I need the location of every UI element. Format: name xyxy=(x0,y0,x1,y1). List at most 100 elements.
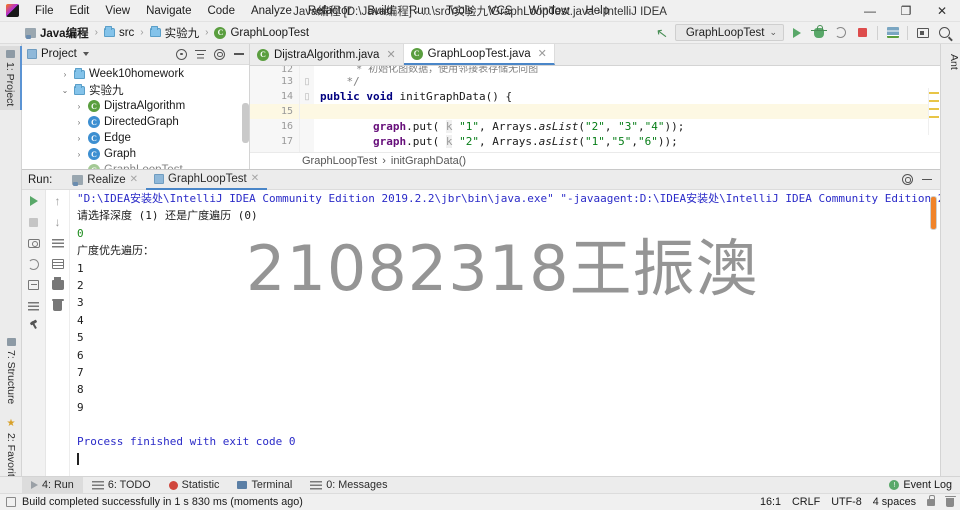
run-tab-realize[interactable]: Realize ✕ xyxy=(64,170,146,190)
run-configuration-selector[interactable]: GraphLoopTest ⌄ xyxy=(674,24,784,41)
close-button[interactable]: ✕ xyxy=(924,0,960,22)
next-occurrence-button[interactable]: ↓ xyxy=(51,215,65,229)
list-item[interactable]: › C Edge xyxy=(22,130,249,146)
fold-marker[interactable]: ▯ xyxy=(300,74,314,89)
run-button[interactable] xyxy=(787,24,806,42)
fold-marker[interactable]: ▯ xyxy=(300,89,314,104)
indent-setting[interactable]: 4 spaces xyxy=(873,496,916,508)
stripe-warning-marker[interactable] xyxy=(929,92,939,94)
chevron-right-icon[interactable]: › xyxy=(74,118,84,127)
bottom-tab-todo[interactable]: 6: TODO xyxy=(83,477,160,494)
chevron-down-icon[interactable]: ⌄ xyxy=(60,86,70,95)
list-item[interactable]: › Week10homework xyxy=(22,66,249,82)
frame-button[interactable] xyxy=(913,24,932,42)
sidebar-item-structure[interactable]: 7: Structure xyxy=(0,334,22,408)
restart-button[interactable] xyxy=(27,257,41,271)
print-button[interactable] xyxy=(51,277,65,292)
menu-run[interactable]: Run xyxy=(401,2,438,20)
menu-code[interactable]: Code xyxy=(199,2,243,20)
chevron-right-icon[interactable]: › xyxy=(74,134,84,143)
list-item[interactable]: ⌄ 实验九 xyxy=(22,82,249,98)
run-settings-button[interactable] xyxy=(900,172,915,187)
close-icon[interactable]: ✕ xyxy=(386,48,395,61)
console-input-button[interactable] xyxy=(27,278,41,292)
hide-run-panel-button[interactable] xyxy=(919,172,934,187)
breadcrumb-item-class[interactable]: C GraphLoopTest xyxy=(211,26,312,40)
console-scrollbar[interactable] xyxy=(930,192,939,312)
sidebar-item-ant[interactable]: Ant xyxy=(940,50,960,74)
breadcrumb-item-package[interactable]: 实验九 xyxy=(147,24,203,42)
code-fold-column[interactable]: ▯ ▯ xyxy=(300,66,314,152)
menu-view[interactable]: View xyxy=(97,2,138,20)
list-item[interactable]: › C GraphLoopTest xyxy=(22,162,249,169)
menu-edit[interactable]: Edit xyxy=(62,2,98,20)
editor-error-stripe[interactable] xyxy=(928,88,940,135)
caret-position[interactable]: 16:1 xyxy=(760,496,781,508)
lock-icon[interactable] xyxy=(927,495,936,506)
run-tab-graph-loop-test[interactable]: GraphLoopTest ✕ xyxy=(146,170,268,190)
line-separator[interactable]: CRLF xyxy=(792,496,820,508)
debug-button[interactable] xyxy=(809,24,828,42)
event-log-button[interactable]: ! Event Log xyxy=(889,479,960,491)
file-encoding[interactable]: UTF-8 xyxy=(831,496,862,508)
menu-window[interactable]: Window xyxy=(521,2,578,20)
minimize-button[interactable]: — xyxy=(852,0,888,22)
breadcrumb-method[interactable]: initGraphData() xyxy=(391,155,466,167)
soft-wrap-button[interactable] xyxy=(51,236,65,250)
menu-build[interactable]: Build xyxy=(359,2,401,20)
menu-refactor[interactable]: Refactor xyxy=(300,2,359,20)
stack-button[interactable] xyxy=(883,24,902,42)
bottom-tab-terminal[interactable]: Terminal xyxy=(228,477,301,494)
stripe-warning-marker[interactable] xyxy=(929,116,939,118)
bottom-tab-statistic[interactable]: Statistic xyxy=(160,477,229,494)
menu-analyze[interactable]: Analyze xyxy=(243,2,300,20)
rerun-button[interactable] xyxy=(27,194,41,208)
code-area[interactable]: 12 13 14 15 16 17 ▯ ▯ * 初始化图数据，使用邻接表存储无向… xyxy=(250,66,940,152)
console-output[interactable]: "D:\IDEA安装处\IntelliJ IDEA Community Edit… xyxy=(70,190,940,480)
stop-process-button[interactable] xyxy=(27,215,41,229)
prev-occurrence-button[interactable]: ↑ xyxy=(51,194,65,208)
menu-file[interactable]: File xyxy=(27,2,62,20)
scroll-from-source-button[interactable] xyxy=(174,47,189,62)
project-tree[interactable]: › Week10homework ⌄ 实验九 › C DijstraAlgori… xyxy=(22,65,249,169)
menu-help[interactable]: Help xyxy=(577,2,617,20)
menu-navigate[interactable]: Navigate xyxy=(138,2,199,20)
clear-console-button[interactable] xyxy=(51,299,65,313)
breadcrumb-item-module[interactable]: Java编程 xyxy=(22,24,92,42)
breadcrumb-item-src[interactable]: src xyxy=(101,26,137,40)
project-tree-scrollbar[interactable] xyxy=(242,103,249,143)
scroll-to-end-button[interactable] xyxy=(51,257,65,271)
build-project-button[interactable]: ↖ xyxy=(653,24,672,42)
stripe-warning-marker[interactable] xyxy=(929,100,939,102)
snapshot-button[interactable] xyxy=(27,236,41,250)
layout-button[interactable] xyxy=(27,299,41,313)
run-coverage-button[interactable] xyxy=(831,24,850,42)
bottom-tab-run[interactable]: 4: Run xyxy=(22,476,83,494)
trash-icon[interactable] xyxy=(944,495,956,507)
editor-gutter[interactable]: 12 13 14 15 16 17 xyxy=(250,66,300,152)
chevron-right-icon[interactable]: › xyxy=(74,102,84,111)
list-item[interactable]: › C Graph xyxy=(22,146,249,162)
close-icon[interactable]: ✕ xyxy=(130,174,138,185)
list-item[interactable]: › C DijstraAlgorithm xyxy=(22,98,249,114)
chevron-right-icon[interactable]: › xyxy=(74,150,84,159)
stripe-warning-marker[interactable] xyxy=(929,108,939,110)
stop-button[interactable] xyxy=(853,24,872,42)
menu-tools[interactable]: Tools xyxy=(438,2,481,20)
code-lines[interactable]: * 初始化图数据，使用邻接表存储无向图 */ public void initG… xyxy=(314,66,940,152)
project-panel-title-group[interactable]: Project xyxy=(27,48,89,60)
bottom-tab-messages[interactable]: 0: Messages xyxy=(301,477,396,494)
close-icon[interactable]: ✕ xyxy=(538,47,547,60)
project-settings-button[interactable] xyxy=(212,47,227,62)
hide-panel-button[interactable] xyxy=(231,47,246,62)
chevron-right-icon[interactable]: › xyxy=(60,70,70,79)
menu-vcs[interactable]: VCS xyxy=(481,2,521,20)
close-icon[interactable]: ✕ xyxy=(251,173,259,184)
pin-tab-button[interactable] xyxy=(27,320,41,334)
sidebar-item-project[interactable]: 1: Project xyxy=(0,46,22,111)
maximize-button[interactable]: ❐ xyxy=(888,0,924,22)
collapse-all-button[interactable] xyxy=(193,47,208,62)
console-scrollbar-thumb[interactable] xyxy=(930,196,937,230)
tab-graph-loop-test[interactable]: C GraphLoopTest.java ✕ xyxy=(403,44,555,65)
list-item[interactable]: › C DirectedGraph xyxy=(22,114,249,130)
